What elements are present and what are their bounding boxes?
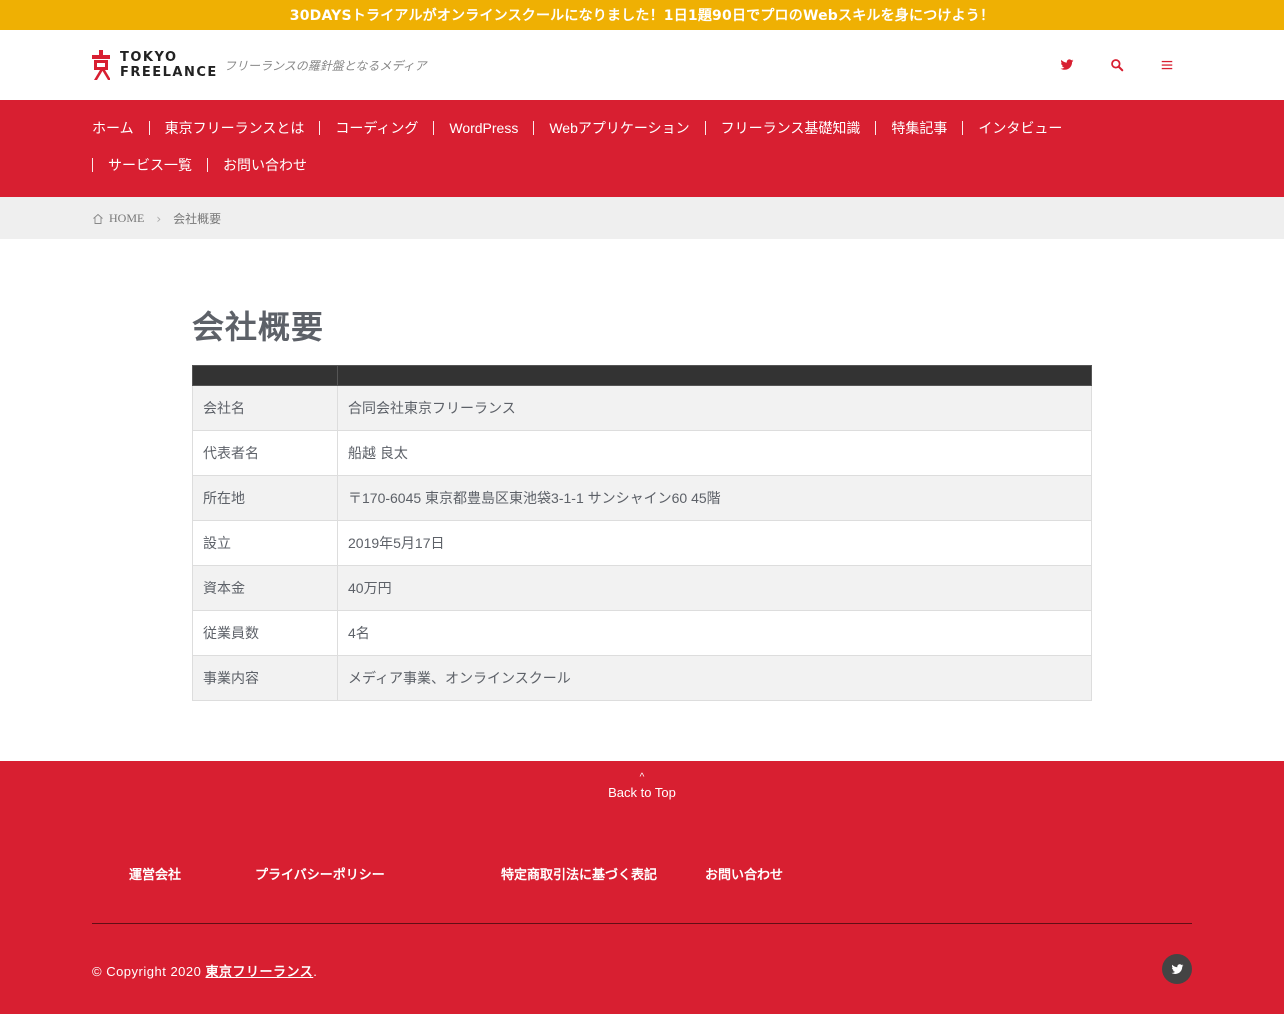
page-title: 会社概要	[192, 308, 325, 346]
breadcrumb-current: 会社概要	[173, 212, 222, 226]
back-to-top-label: Back to Top	[608, 785, 676, 800]
chevron-up-icon: ^	[639, 772, 645, 783]
footer-link-company[interactable]: 運営会社	[129, 864, 181, 883]
table-row: 代表者名 船越 良太	[192, 430, 1092, 476]
row-value: 2019年5月17日	[337, 520, 1092, 566]
logo-text: TOKYO FREELANCE	[120, 50, 218, 80]
nav-item-freelance-basics[interactable]: フリーランス基礎知識	[704, 121, 876, 135]
nav-item-web-application[interactable]: Webアプリケーション	[533, 121, 704, 135]
copyright-link[interactable]: 東京フリーランス	[205, 964, 313, 979]
row-label: 資本金	[192, 565, 338, 611]
row-label: 会社名	[192, 385, 338, 431]
footer-link-contact[interactable]: お問い合わせ	[705, 864, 783, 883]
logo-line-2: FREELANCE	[120, 65, 218, 80]
row-value: 合同会社東京フリーランス	[337, 385, 1092, 431]
table-row: 事業内容 メディア事業、オンラインスクール	[192, 655, 1092, 701]
table-row: 従業員数 4名	[192, 610, 1092, 656]
row-label: 所在地	[192, 475, 338, 521]
breadcrumb-home[interactable]: HOME	[109, 211, 144, 226]
logo-line-1: TOKYO	[120, 50, 178, 65]
table-header-row	[192, 365, 1092, 386]
chevron-right-icon: ›	[156, 211, 162, 226]
site-tagline: フリーランスの羅針盤となるメディア	[224, 59, 427, 73]
row-label: 設立	[192, 520, 338, 566]
nav-item-interview[interactable]: インタビュー	[962, 121, 1077, 135]
breadcrumb-inner: HOME › 会社概要	[92, 210, 221, 227]
row-label: 従業員数	[192, 610, 338, 656]
table-row: 所在地 〒170-6045 東京都豊島区東池袋3-1-1 サンシャイン60 45…	[192, 475, 1092, 521]
row-value: 〒170-6045 東京都豊島区東池袋3-1-1 サンシャイン60 45階	[337, 475, 1092, 521]
footer-twitter-button[interactable]	[1162, 954, 1192, 984]
site-header: TOKYO FREELANCE フリーランスの羅針盤となるメディア	[0, 30, 1284, 100]
breadcrumb: HOME › 会社概要	[0, 197, 1284, 239]
copyright-suffix: .	[313, 964, 318, 979]
nav-item-services[interactable]: サービス一覧	[92, 158, 207, 172]
site-footer: ^ Back to Top 運営会社 プライバシーポリシー 特定商取引法に基づく…	[0, 761, 1284, 1014]
row-value: 4名	[337, 610, 1092, 656]
row-label: 事業内容	[192, 655, 338, 701]
site-logo[interactable]: TOKYO FREELANCE	[92, 50, 218, 80]
table-row: 会社名 合同会社東京フリーランス	[192, 385, 1092, 431]
company-info-table: 会社名 合同会社東京フリーランス 代表者名 船越 良太 所在地 〒170-604…	[192, 365, 1092, 701]
nav-item-coding[interactable]: コーディング	[319, 121, 433, 135]
nav-item-features[interactable]: 特集記事	[875, 121, 962, 135]
promo-banner-text: 30DAYSトライアルがオンラインスクールになりました！1日1題90日でプロのW…	[289, 8, 995, 24]
promo-banner[interactable]: 30DAYSトライアルがオンラインスクールになりました！1日1題90日でプロのW…	[0, 0, 1284, 30]
row-value: 船越 良太	[337, 430, 1092, 476]
copyright: © Copyright 2020 東京フリーランス.	[92, 961, 317, 980]
table-header-cell	[337, 365, 1092, 386]
home-icon	[93, 213, 103, 224]
row-value: メディア事業、オンラインスクール	[337, 655, 1092, 701]
twitter-icon	[1171, 963, 1183, 974]
nav-item-about[interactable]: 東京フリーランスとは	[148, 121, 320, 135]
row-label: 代表者名	[192, 430, 338, 476]
copyright-prefix: © Copyright 2020	[92, 964, 206, 979]
menu-icon[interactable]	[1154, 52, 1180, 78]
nav-item-home[interactable]: ホーム	[92, 121, 149, 135]
footer-divider	[92, 923, 1192, 924]
nav-row-2: サービス一覧 お問い合わせ	[92, 158, 322, 172]
footer-link-legal-notice[interactable]: 特定商取引法に基づく表記	[501, 864, 657, 883]
row-value: 40万円	[337, 565, 1092, 611]
footer-link-privacy[interactable]: プライバシーポリシー	[255, 864, 385, 883]
search-icon[interactable]	[1104, 52, 1130, 78]
back-to-top-link[interactable]: ^ Back to Top	[0, 771, 1284, 800]
nav-item-wordpress[interactable]: WordPress	[433, 121, 533, 135]
table-row: 設立 2019年5月17日	[192, 520, 1092, 566]
nav-row-1: ホーム 東京フリーランスとは コーディング WordPress Webアプリケー…	[92, 121, 1077, 135]
global-nav: ホーム 東京フリーランスとは コーディング WordPress Webアプリケー…	[0, 100, 1284, 197]
logo-mark-icon	[92, 50, 110, 80]
nav-item-contact[interactable]: お問い合わせ	[207, 158, 322, 172]
table-header-cell	[192, 365, 338, 386]
twitter-icon[interactable]	[1054, 52, 1080, 78]
table-row: 資本金 40万円	[192, 565, 1092, 611]
